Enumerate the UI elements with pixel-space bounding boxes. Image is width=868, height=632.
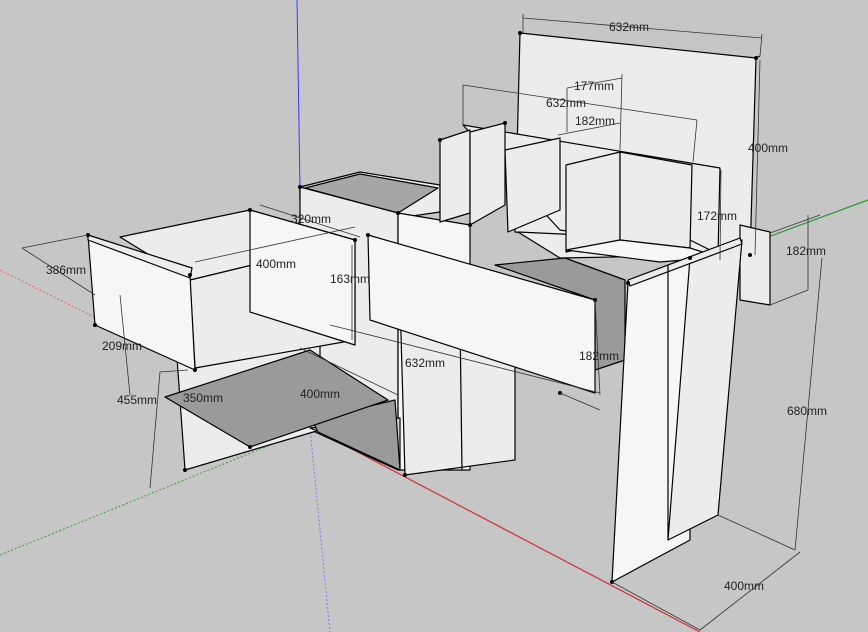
dim-drawer-top-depth: 320mm xyxy=(291,212,331,226)
dim-drawer-depth: 386mm xyxy=(46,263,86,277)
dim-drawer-width: 400mm xyxy=(256,257,296,271)
dim-shelf-height: 455mm xyxy=(117,393,157,407)
dim-divider-offset: 177mm xyxy=(574,79,614,93)
cubby-divider-4[interactable] xyxy=(565,151,621,253)
blue-axis xyxy=(296,0,301,189)
blue-axis-dotted xyxy=(309,427,331,632)
dim-leg-height: 680mm xyxy=(787,404,827,418)
dim-middle-width: 632mm xyxy=(546,96,586,110)
dim-shelf-width: 400mm xyxy=(300,387,340,401)
dim-front-depth: 209mm xyxy=(102,339,142,353)
green-axis-dotted xyxy=(0,427,313,556)
dim-cubby-height: 172mm xyxy=(697,209,737,223)
side-box[interactable] xyxy=(739,224,771,306)
cubby-divider-1[interactable] xyxy=(439,129,471,223)
dim-drawer-height: 163mm xyxy=(330,272,370,286)
dim-shelf-depth: 350mm xyxy=(183,391,223,405)
green-axis xyxy=(759,199,868,241)
dim-top-width: 632mm xyxy=(609,20,649,34)
dim-side-depth: 182mm xyxy=(786,244,826,258)
dim-divider-width: 182mm xyxy=(575,114,615,128)
dim-leg-depth: 400mm xyxy=(724,579,764,593)
model-canvas[interactable]: 632mm 177mm 632mm 182mm 400mm 172mm 182m… xyxy=(0,0,868,632)
dim-lower-width: 632mm xyxy=(405,356,445,370)
cubby-right[interactable] xyxy=(619,151,693,249)
cubby-divider-2[interactable] xyxy=(469,122,506,226)
sketchup-viewport[interactable]: 632mm 177mm 632mm 182mm 400mm 172mm 182m… xyxy=(0,0,868,632)
dim-front-panel-height: 182mm xyxy=(579,349,619,363)
dim-back-height: 400mm xyxy=(748,141,788,155)
